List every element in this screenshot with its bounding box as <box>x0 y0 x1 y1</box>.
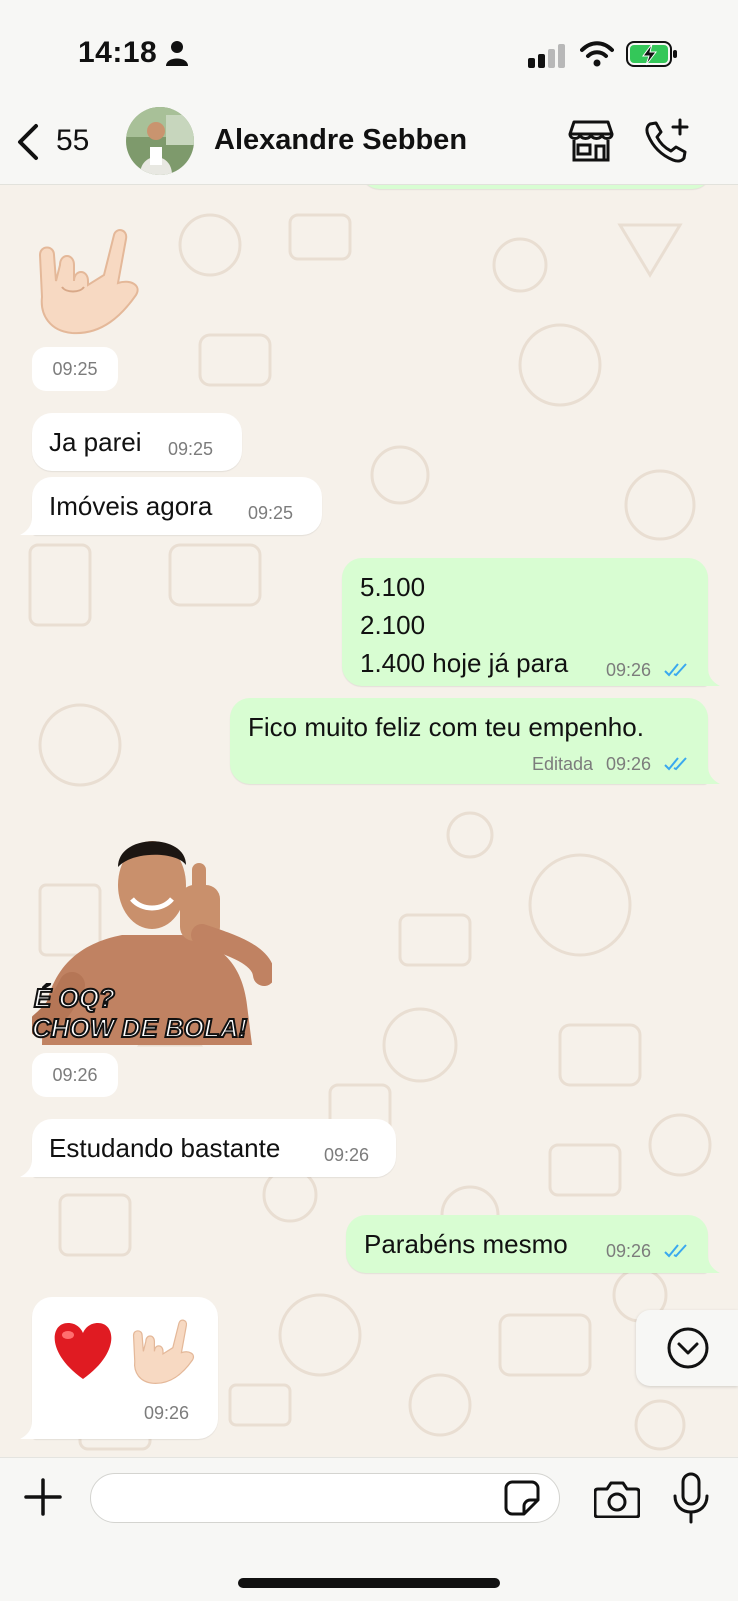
message-input[interactable] <box>90 1473 560 1523</box>
message-time: 09:25 <box>168 439 214 459</box>
unread-count[interactable]: 55 <box>56 124 89 158</box>
bubble-tail <box>20 517 38 535</box>
scroll-to-bottom-button[interactable] <box>636 1310 738 1386</box>
bubble-tail <box>702 668 720 686</box>
cellular-signal-icon <box>528 44 565 68</box>
chat-area[interactable]: 09:25 Ja parei 09:25 Imóveis agora 09:25… <box>0 185 738 1457</box>
contact-name[interactable]: Alexandre Sebben <box>214 124 467 157</box>
incoming-message-bubble[interactable]: Ja parei 09:25 <box>32 413 242 471</box>
person-icon <box>166 41 188 66</box>
message-time: 09:26 <box>32 1053 118 1097</box>
plus-icon[interactable] <box>24 1478 62 1516</box>
message-time: 09:26 <box>144 1403 190 1423</box>
bubble-tail <box>20 1421 38 1439</box>
status-time: 14:18 <box>78 36 158 69</box>
message-composer <box>0 1457 738 1601</box>
status-bar: 14:18 <box>0 0 738 100</box>
sticker-caption-line: É OQ? <box>33 982 116 1014</box>
bubble-tail <box>20 1159 38 1177</box>
message-line: 1.400 hoje já para <box>360 648 569 678</box>
chat-header: 55 Alexandre Sebben <box>0 100 738 185</box>
message-time: 09:25 <box>32 347 118 391</box>
read-receipt-icon <box>664 663 687 677</box>
battery-charging-icon <box>626 41 677 67</box>
incoming-message-bubble[interactable]: 09:26 <box>32 1297 218 1439</box>
outgoing-message-bubble[interactable]: Fico muito feliz com teu empenho. Editad… <box>230 698 708 784</box>
outgoing-message-bubble[interactable]: Parabéns mesmo 09:26 <box>346 1215 708 1273</box>
message-text: Estudando bastante <box>49 1133 281 1163</box>
previous-message-edge <box>360 185 712 189</box>
back-chevron-icon[interactable] <box>14 122 42 162</box>
thumbs-up-man-sticker[interactable]: É OQ? CHOW DE BOLA! <box>31 815 272 1045</box>
love-you-gesture-emoji[interactable] <box>32 225 144 339</box>
message-line: 2.100 <box>360 610 426 640</box>
message-text: Fico muito feliz com teu empenho. <box>248 712 644 742</box>
read-receipt-icon <box>664 757 687 771</box>
incoming-message-bubble[interactable]: Imóveis agora 09:25 <box>32 477 322 535</box>
message-text: Parabéns mesmo <box>364 1229 568 1259</box>
contact-avatar[interactable] <box>126 107 194 175</box>
message-line: 5.100 <box>360 572 426 602</box>
bubble-tail <box>702 1255 720 1273</box>
microphone-icon[interactable] <box>672 1472 710 1524</box>
outgoing-message-bubble[interactable]: 5.100 2.100 1.400 hoje já para 09:26 <box>342 558 708 686</box>
add-call-icon[interactable] <box>644 118 690 164</box>
message-time: 09:26 <box>324 1145 370 1165</box>
wifi-icon <box>580 41 614 67</box>
message-time: 09:26 <box>606 1241 652 1261</box>
love-you-gesture-emoji <box>132 1319 194 1384</box>
bubble-tail <box>702 766 720 784</box>
message-time: 09:25 <box>248 503 294 523</box>
red-heart-emoji <box>54 1323 112 1379</box>
sticker-caption-line: CHOW DE BOLA! <box>31 1012 248 1044</box>
sticker-icon[interactable] <box>504 1480 540 1516</box>
chevron-down-circle-icon <box>667 1327 709 1369</box>
message-text: Ja parei <box>49 427 142 457</box>
edited-label: Editada <box>532 754 594 774</box>
read-receipt-icon <box>664 1244 687 1258</box>
message-time: 09:26 <box>606 660 652 680</box>
camera-icon[interactable] <box>594 1480 640 1518</box>
message-text: Imóveis agora <box>49 491 213 521</box>
store-icon[interactable] <box>568 120 614 162</box>
incoming-message-bubble[interactable]: Estudando bastante 09:26 <box>32 1119 396 1177</box>
home-indicator <box>238 1578 500 1588</box>
message-time: 09:26 <box>606 754 652 774</box>
